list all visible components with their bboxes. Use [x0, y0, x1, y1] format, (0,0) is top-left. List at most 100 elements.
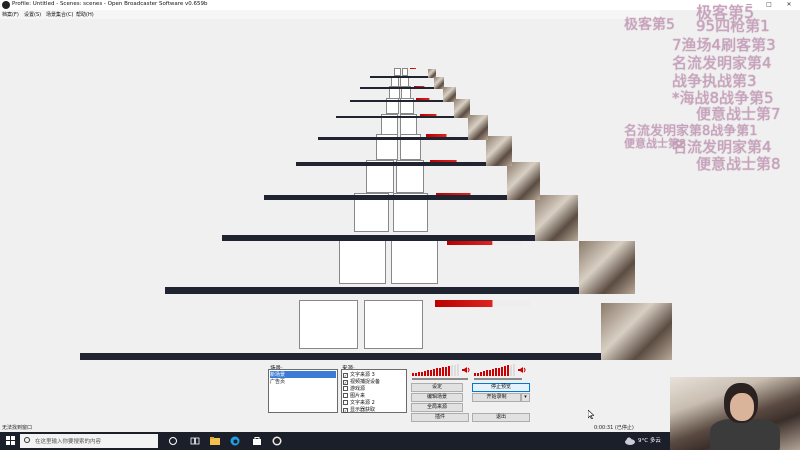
meter-bar [504, 366, 506, 376]
nested-webcam [428, 68, 436, 78]
obs-app-icon [2, 1, 10, 9]
weather-cloud-icon[interactable] [624, 436, 636, 446]
desktop-speaker-icon[interactable] [518, 366, 526, 374]
menu-scene-collection[interactable]: 场景集合(C) [46, 11, 73, 18]
meter-bar [507, 365, 509, 376]
nested-webcam [443, 86, 456, 102]
meter-bar [457, 364, 459, 376]
mic-speaker-icon[interactable] [462, 366, 470, 374]
nested-volume-meter [435, 300, 530, 308]
meter-bar [421, 371, 423, 376]
menu-help[interactable]: 帮助(H) [76, 11, 94, 18]
start-record-button[interactable]: 开始录制 [472, 393, 521, 402]
taskbar-search-box[interactable]: 在这里输入你要搜索的内容 [20, 434, 158, 448]
desktop-volume-meter [474, 364, 516, 376]
nested-scenes-panel [299, 300, 359, 350]
source-item[interactable]: 文字来源 2 [343, 399, 375, 406]
meter-bar [474, 373, 476, 376]
meter-bar [492, 369, 494, 376]
checkbox[interactable] [343, 400, 348, 405]
meter-bar [451, 365, 453, 376]
checkbox[interactable]: ✓ [343, 408, 348, 413]
nested-preview-frame [370, 68, 436, 78]
nested-webcam [467, 115, 488, 140]
file-explorer-icon[interactable] [210, 436, 220, 446]
meter-bar [433, 369, 435, 376]
global-sources-button[interactable]: 全局来源 [411, 403, 463, 412]
meter-bar [427, 370, 429, 376]
nested-sources-panel [390, 238, 438, 284]
source-item[interactable]: 游戏源 [343, 385, 365, 392]
task-view-icon[interactable] [190, 436, 200, 446]
scene-item[interactable]: 广告页 [270, 378, 285, 385]
source-item[interactable]: ✓ 显示器获取 [343, 406, 375, 413]
meter-bar [430, 369, 432, 376]
source-item[interactable]: ✓ 文字来源 3 [343, 371, 375, 378]
desktop-volume-slider[interactable] [474, 378, 522, 380]
settings-button[interactable]: 设定 [411, 383, 463, 392]
meter-bar [445, 366, 447, 376]
checkbox[interactable] [343, 386, 348, 391]
mic-volume-slider[interactable] [412, 378, 468, 380]
edge-icon[interactable] [230, 436, 240, 446]
task-view-icon[interactable] [168, 436, 178, 446]
maximize-button[interactable]: □ [762, 0, 776, 10]
record-dropdown-button[interactable]: ▾ [521, 393, 530, 402]
meter-bar [510, 364, 512, 376]
meter-bar [480, 371, 482, 376]
edit-scene-button[interactable]: 编辑场景 [411, 393, 463, 402]
scenes-list[interactable]: 新场景 广告页 [268, 369, 338, 413]
windows-start-icon[interactable] [6, 436, 16, 446]
menu-settings[interactable]: 设置(S) [24, 11, 41, 18]
meter-bar [415, 372, 417, 376]
exit-button[interactable]: 退出 [472, 413, 530, 422]
status-time: 0:00:31 (已停止) [594, 425, 634, 431]
nested-webcam [600, 303, 672, 360]
sources-list[interactable]: ✓ 文字来源 3 ✓ 视频捕捉设备 游戏源 图片来 文字来源 2 ✓ 显示器获取 [341, 369, 407, 413]
mouse-cursor-icon [588, 410, 594, 419]
scene-item[interactable]: 新场景 [270, 371, 336, 378]
meter-bar [477, 372, 479, 376]
meter-bar [486, 370, 488, 376]
overlay-text: 极客第5 [624, 17, 675, 33]
obs-icon[interactable] [272, 436, 282, 446]
nested-preview-frame [222, 193, 578, 241]
stop-preview-button[interactable]: 停止预览 [472, 383, 530, 392]
meter-bar [412, 373, 414, 376]
source-item[interactable]: 图片来 [343, 392, 365, 399]
source-item[interactable]: ✓ 视频捕捉设备 [343, 378, 380, 385]
nested-taskbar [370, 76, 436, 78]
meter-bar [495, 368, 497, 376]
nested-taskbar [165, 287, 635, 294]
menu-bar: 档案(F) 设置(S) 场景集合(C) 帮助(H) [0, 10, 660, 19]
menu-file[interactable]: 档案(F) [2, 11, 19, 18]
store-icon[interactable] [252, 436, 262, 446]
nested-taskbar [360, 87, 444, 89]
nested-preview-frame [264, 160, 540, 200]
nested-taskbar [350, 100, 456, 102]
nested-webcam [535, 195, 578, 241]
nested-webcam [433, 76, 444, 89]
overlay-text: 95四枪第1 [696, 17, 770, 35]
window-title: Profile: Untitled - Scenes: scenes - Ope… [12, 1, 208, 7]
nested-taskbar [296, 162, 512, 166]
meter-bar [513, 364, 515, 376]
nested-taskbar [222, 235, 578, 241]
overlay-text: 便意战士第8 [696, 155, 781, 173]
close-button[interactable]: ✕ [782, 0, 796, 10]
nested-sources-panel [364, 300, 424, 350]
nested-taskbar [80, 352, 672, 360]
meter-bar [489, 369, 491, 376]
weather-text[interactable]: 9°C 多云 [638, 436, 661, 444]
nested-webcam [578, 240, 635, 294]
meter-bar [454, 364, 456, 376]
overlay-text: 便意战士第8 [624, 137, 686, 150]
nested-taskbar [318, 136, 488, 140]
checkbox[interactable] [343, 393, 348, 398]
meter-bar [442, 367, 444, 376]
webcam-feed [670, 377, 800, 450]
mic-volume-meter [412, 364, 460, 376]
plugins-button[interactable]: 插件 [411, 413, 469, 422]
nested-volume-meter [409, 68, 421, 70]
search-placeholder: 在这里输入你要搜索的内容 [35, 439, 102, 445]
